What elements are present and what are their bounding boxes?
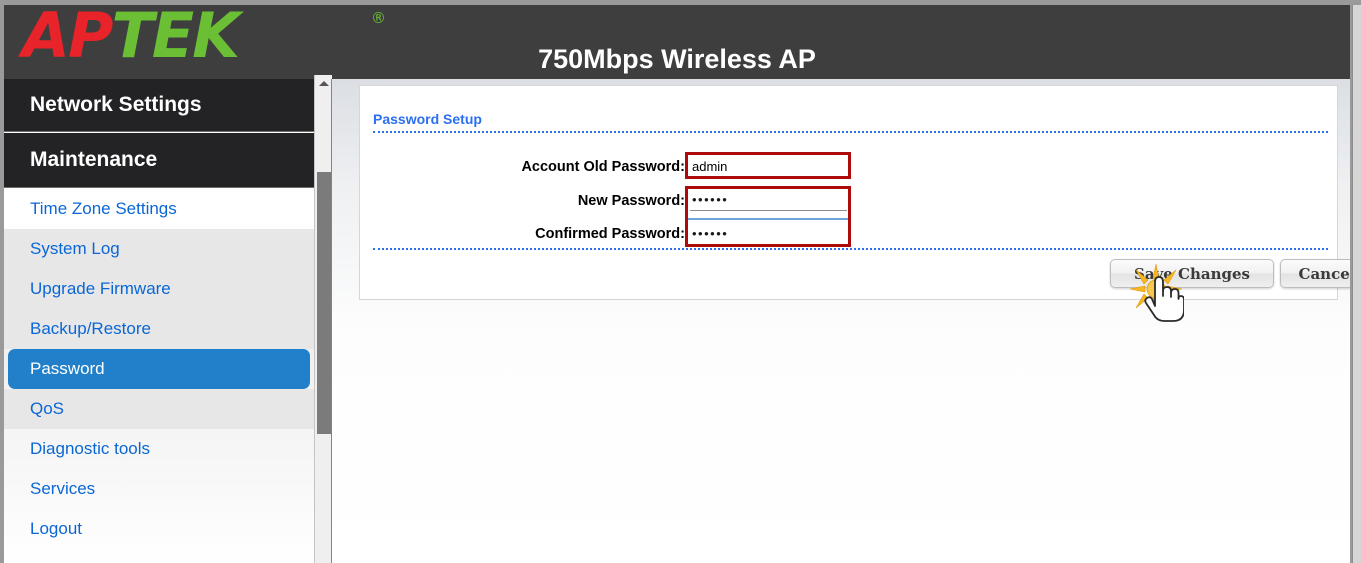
label-new-password: New Password:: [577, 193, 685, 209]
actions-divider: [373, 248, 1328, 250]
sidebar-item-list: Time Zone Settings System Log Upgrade Firm…: [4, 189, 314, 563]
sidebar-item-time-zone-settings[interactable]: Time Zone Settings: [4, 189, 314, 229]
sidebar-item-upgrade-firmware[interactable]: Upgrade Firmware: [4, 269, 314, 309]
sidebar-scrollbar-thumb[interactable]: [317, 172, 331, 434]
logo-text-tek: TEK: [111, 0, 240, 72]
label-account-old-password: Account Old Password:: [521, 159, 685, 175]
label-confirmed-password: Confirmed Password:: [535, 226, 685, 242]
registered-trademark-icon: ®: [371, 9, 386, 27]
page-header: 750Mbps Wireless AP APTEK ®: [4, 3, 1350, 79]
sidebar-item-backup-restore[interactable]: Backup/Restore: [4, 309, 314, 349]
sidebar-item-label: Time Zone Settings: [30, 199, 177, 218]
section-heading: Password Setup: [373, 111, 482, 127]
page-scrollbar-track[interactable]: [1352, 5, 1361, 563]
logo-text-ap: AP: [22, 0, 113, 72]
sidebar-item-label: Services: [30, 479, 96, 498]
sidebar-item-diagnostic-tools[interactable]: Diagnostic tools: [4, 429, 314, 469]
sidebar-item-password[interactable]: Password: [8, 349, 310, 389]
sidebar-scrollbar[interactable]: [314, 75, 332, 563]
sidebar: Network Settings Maintenance Time Zone S…: [4, 79, 314, 563]
save-changes-button[interactable]: Save Changes: [1110, 259, 1274, 288]
scroll-up-arrow-icon[interactable]: [315, 75, 332, 92]
account-old-password-input[interactable]: [690, 157, 850, 175]
sidebar-item-logout[interactable]: Logout: [4, 509, 314, 549]
sidebar-item-label: Diagnostic tools: [30, 439, 151, 458]
aptek-logo: APTEK ®: [12, 3, 392, 73]
sidebar-group-network-settings[interactable]: Network Settings: [4, 79, 314, 132]
field-separator-grey: [690, 210, 847, 211]
sidebar-group-maintenance[interactable]: Maintenance: [4, 133, 314, 188]
password-setup-panel: Password Setup Account Old Password: New…: [359, 85, 1350, 300]
sidebar-item-label: QoS: [30, 399, 65, 418]
section-heading-divider: [373, 131, 1328, 133]
main-content: Password Setup Account Old Password: New…: [332, 79, 1350, 563]
confirmed-password-input[interactable]: ••••••: [690, 225, 850, 243]
sidebar-group-label: Network Settings: [30, 93, 202, 116]
sidebar-item-label: Logout: [30, 519, 82, 538]
sidebar-group-label: Maintenance: [30, 148, 158, 171]
field-separator-blue: [687, 218, 848, 220]
sidebar-item-services[interactable]: Services: [4, 469, 314, 509]
window-frame-right: [1350, 0, 1361, 563]
sidebar-item-label: Upgrade Firmware: [30, 279, 171, 298]
cancel-button[interactable]: Cancel: [1280, 259, 1350, 288]
browser-window: 750Mbps Wireless AP APTEK ® Network Sett…: [0, 0, 1361, 563]
sidebar-item-label: Backup/Restore: [30, 319, 151, 338]
sidebar-item-label: System Log: [30, 239, 120, 258]
sidebar-item-qos[interactable]: QoS: [4, 389, 314, 429]
new-password-input[interactable]: ••••••: [690, 191, 850, 209]
sidebar-item-label: Password: [30, 359, 105, 378]
sidebar-item-system-log[interactable]: System Log: [4, 229, 314, 269]
